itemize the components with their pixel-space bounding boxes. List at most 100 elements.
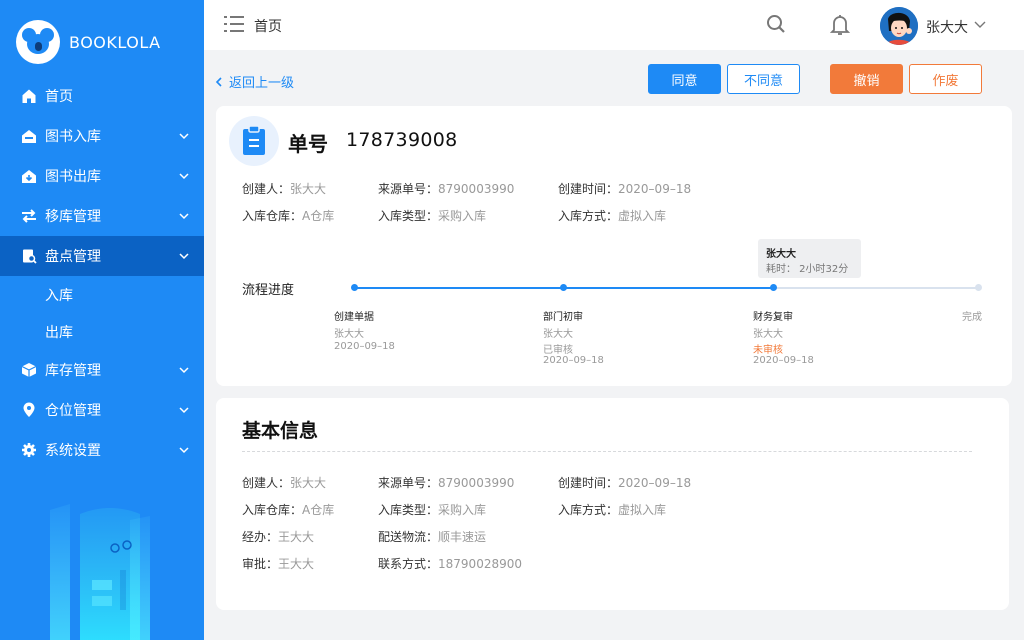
step-date: 2020–09–18	[753, 355, 814, 366]
sidebar: BOOKLOLA 首页 图书入库 图书出库 移库管理 盘点管理 入库 出库 库存…	[0, 0, 204, 640]
sidebar-item-book-out[interactable]: 图书出库	[0, 156, 204, 196]
section-title: 基本信息	[242, 420, 319, 442]
step-dot[interactable]	[351, 284, 358, 291]
info-field: 入库方式：虚拟入库	[558, 503, 667, 517]
disagree-button[interactable]: 不同意	[727, 64, 800, 94]
order-label: 单号	[288, 132, 328, 156]
tooltip-duration: 耗时： 2小时32分	[766, 264, 849, 275]
info-field: 来源单号：8790003990	[378, 182, 515, 196]
step-person: 张大大	[334, 329, 364, 340]
flow-label: 流程进度	[242, 283, 295, 298]
avatar[interactable]	[880, 7, 918, 45]
top-bar: 首页 张大大	[204, 0, 1024, 50]
step-status: 已审核	[543, 345, 573, 356]
revoke-button[interactable]: 撤销	[830, 64, 903, 94]
info-field: 入库方式：虚拟入库	[558, 209, 667, 223]
step-title: 创建单据	[334, 312, 374, 323]
sidebar-item-transfer[interactable]: 移库管理	[0, 196, 204, 236]
sidebar-nav: 首页 图书入库 图书出库 移库管理 盘点管理 入库 出库 库存管理 仓位管理 系…	[0, 76, 204, 470]
step-dot[interactable]	[975, 284, 982, 291]
sidebar-item-label: 系统设置	[45, 443, 101, 459]
sidebar-subitem-in[interactable]: 入库	[0, 276, 204, 313]
chevron-down-icon	[179, 213, 189, 220]
agree-button[interactable]: 同意	[648, 64, 721, 94]
order-number: 178739008	[346, 129, 458, 151]
void-button[interactable]: 作废	[909, 64, 982, 94]
sidebar-item-label: 首页	[45, 89, 73, 105]
box-icon	[20, 361, 38, 379]
tooltip-name: 张大大	[766, 249, 796, 260]
step-date: 2020–09–18	[543, 355, 604, 366]
order-card: 单号 178739008 创建人：张大大 来源单号：8790003990 创建时…	[216, 106, 1012, 386]
bell-icon[interactable]	[830, 14, 850, 36]
sidebar-item-inventory-check[interactable]: 盘点管理	[0, 236, 204, 276]
sidebar-item-home[interactable]: 首页	[0, 76, 204, 116]
chevron-down-icon[interactable]	[974, 20, 986, 30]
info-field: 审批：王大大	[242, 557, 315, 571]
brand-name: BOOKLOLA	[69, 32, 161, 52]
sidebar-item-label: 图书出库	[45, 169, 101, 185]
sidebar-item-stock[interactable]: 库存管理	[0, 350, 204, 390]
chevron-down-icon	[179, 447, 189, 454]
info-field: 创建时间：2020–09–18	[558, 476, 692, 490]
step-status: 未审核	[753, 345, 783, 356]
menu-list-icon[interactable]	[224, 15, 244, 33]
step-dot[interactable]	[770, 284, 777, 291]
info-field: 配送物流：顺丰速运	[378, 530, 487, 544]
info-field: 创建时间：2020–09–18	[558, 182, 692, 196]
sidebar-item-label: 盘点管理	[45, 249, 101, 265]
sidebar-subitem-out[interactable]: 出库	[0, 313, 204, 350]
book-out-icon	[20, 167, 38, 185]
info-field: 入库类型：采购入库	[378, 503, 487, 517]
sidebar-item-label: 图书入库	[45, 129, 101, 145]
location-pin-icon	[20, 401, 38, 419]
info-field: 创建人：张大大	[242, 182, 327, 196]
sidebar-item-location[interactable]: 仓位管理	[0, 390, 204, 430]
basic-info-card: 基本信息 创建人：张大大 来源单号：8790003990 创建时间：2020–0…	[216, 398, 1009, 610]
info-field: 联系方式：18790028900	[378, 557, 522, 571]
sidebar-item-label: 仓位管理	[45, 403, 101, 419]
sidebar-item-settings[interactable]: 系统设置	[0, 430, 204, 470]
step-title: 财务复审	[753, 312, 793, 323]
info-field: 入库仓库：A仓库	[242, 209, 335, 223]
search-icon[interactable]	[766, 14, 786, 34]
step-person: 张大大	[753, 329, 783, 340]
info-field: 来源单号：8790003990	[378, 476, 515, 490]
chevron-down-icon	[179, 173, 189, 180]
sidebar-item-label: 库存管理	[45, 363, 101, 379]
step-title: 部门初审	[543, 312, 583, 323]
step-dot[interactable]	[560, 284, 567, 291]
divider	[242, 451, 972, 452]
book-in-icon	[20, 127, 38, 145]
user-name[interactable]: 张大大	[926, 17, 968, 37]
sidebar-subitem-label: 出库	[45, 324, 73, 341]
clipboard-icon	[229, 116, 279, 166]
back-link[interactable]: 返回上一级	[215, 72, 294, 91]
sidebar-item-label: 移库管理	[45, 209, 101, 225]
transfer-icon	[20, 207, 38, 225]
chevron-down-icon	[179, 133, 189, 140]
gear-icon	[20, 441, 38, 459]
step-title: 完成	[962, 312, 982, 323]
info-field: 创建人：张大大	[242, 476, 327, 490]
back-link-label: 返回上一级	[229, 76, 295, 91]
chevron-down-icon	[179, 253, 189, 260]
logo[interactable]: BOOKLOLA	[16, 20, 161, 64]
home-icon	[20, 87, 38, 105]
inventory-check-icon	[20, 247, 38, 265]
info-field: 入库仓库：A仓库	[242, 503, 335, 517]
info-field: 经办：王大大	[242, 530, 315, 544]
server-illustration	[50, 504, 150, 640]
step-date: 2020–09–18	[334, 341, 395, 352]
progress-track-pending	[774, 287, 978, 289]
sidebar-item-book-in[interactable]: 图书入库	[0, 116, 204, 156]
chevron-left-icon	[215, 76, 222, 87]
chevron-down-icon	[179, 407, 189, 414]
info-field: 入库类型：采购入库	[378, 209, 487, 223]
step-tooltip: 张大大 耗时： 2小时32分	[758, 239, 861, 278]
step-person: 张大大	[543, 329, 573, 340]
koala-logo-icon	[16, 20, 60, 64]
chevron-down-icon	[179, 367, 189, 374]
breadcrumb[interactable]: 首页	[254, 16, 282, 36]
sidebar-subitem-label: 入库	[45, 287, 73, 304]
